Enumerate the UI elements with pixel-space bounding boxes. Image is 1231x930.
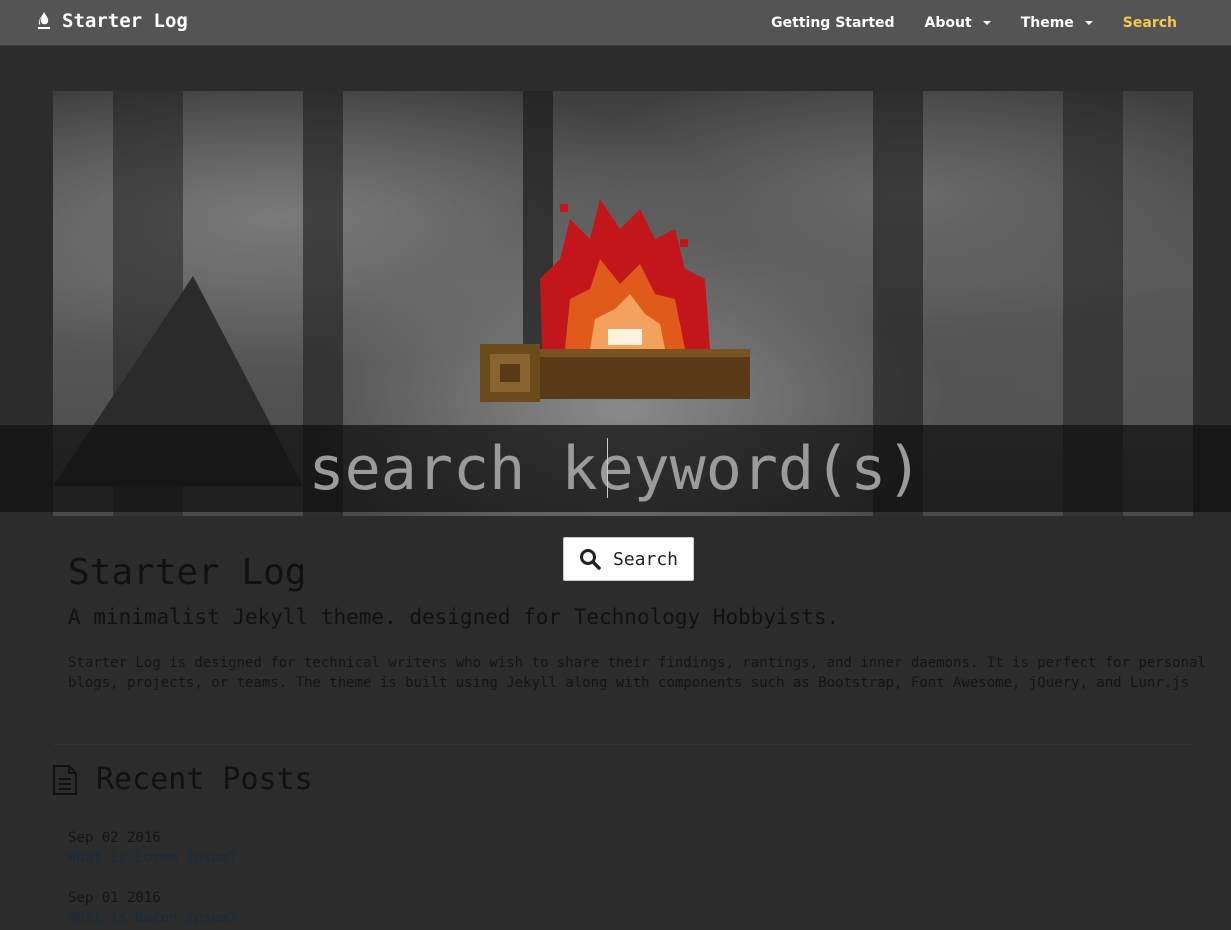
nav-label: Theme — [1020, 14, 1074, 31]
nav-label: About — [924, 14, 972, 31]
description-line-2: blogs, projects, or teams. The theme is … — [68, 675, 1190, 691]
recent-posts-heading: Recent Posts — [96, 762, 313, 797]
nav-search[interactable]: Search — [1108, 15, 1231, 31]
post-date: Sep 02 2016 — [68, 830, 161, 846]
fire-icon — [38, 12, 50, 29]
post-link[interactable]: What is Lorem Ipsum? — [68, 848, 237, 868]
site-tagline: A minimalist Jekyll theme. designed for … — [68, 605, 840, 629]
search-icon — [579, 549, 601, 570]
caret-down-icon — [1084, 20, 1093, 25]
list-item: Sep 02 2016 What is Lorem Ipsum? — [68, 828, 237, 868]
brand-link[interactable]: Starter Log — [36, 8, 188, 34]
navbar: Starter Log Getting Started About Theme … — [0, 0, 1231, 46]
nav-theme[interactable]: Theme — [1006, 15, 1108, 31]
search-input[interactable] — [0, 425, 1231, 512]
nav-getting-started[interactable]: Getting Started — [756, 15, 909, 31]
description-line-1: Starter Log is designed for technical wr… — [68, 655, 1206, 671]
search-button[interactable]: Search — [563, 537, 694, 581]
post-date: Sep 01 2016 — [68, 890, 161, 906]
recent-posts-header: Recent Posts — [52, 762, 313, 797]
search-button-label: Search — [612, 548, 679, 570]
divider — [53, 744, 1193, 745]
brand-name: Starter Log — [62, 10, 188, 32]
nav-label: Search — [1122, 14, 1177, 31]
nav-about[interactable]: About — [910, 15, 1006, 31]
text-cursor — [607, 438, 608, 498]
caret-down-icon — [982, 20, 991, 25]
nav-menu: Getting Started About Theme Search — [756, 0, 1231, 45]
list-item: Sep 01 2016 What is Bacon Ipsum? — [68, 888, 237, 928]
campfire-illustration — [480, 199, 750, 402]
site-title: Starter Log — [68, 552, 307, 593]
document-icon — [53, 764, 77, 795]
nav-label: Getting Started — [771, 14, 895, 31]
site-description: Starter Log is designed for technical wr… — [68, 653, 1228, 693]
post-link[interactable]: What is Bacon Ipsum? — [68, 908, 237, 928]
